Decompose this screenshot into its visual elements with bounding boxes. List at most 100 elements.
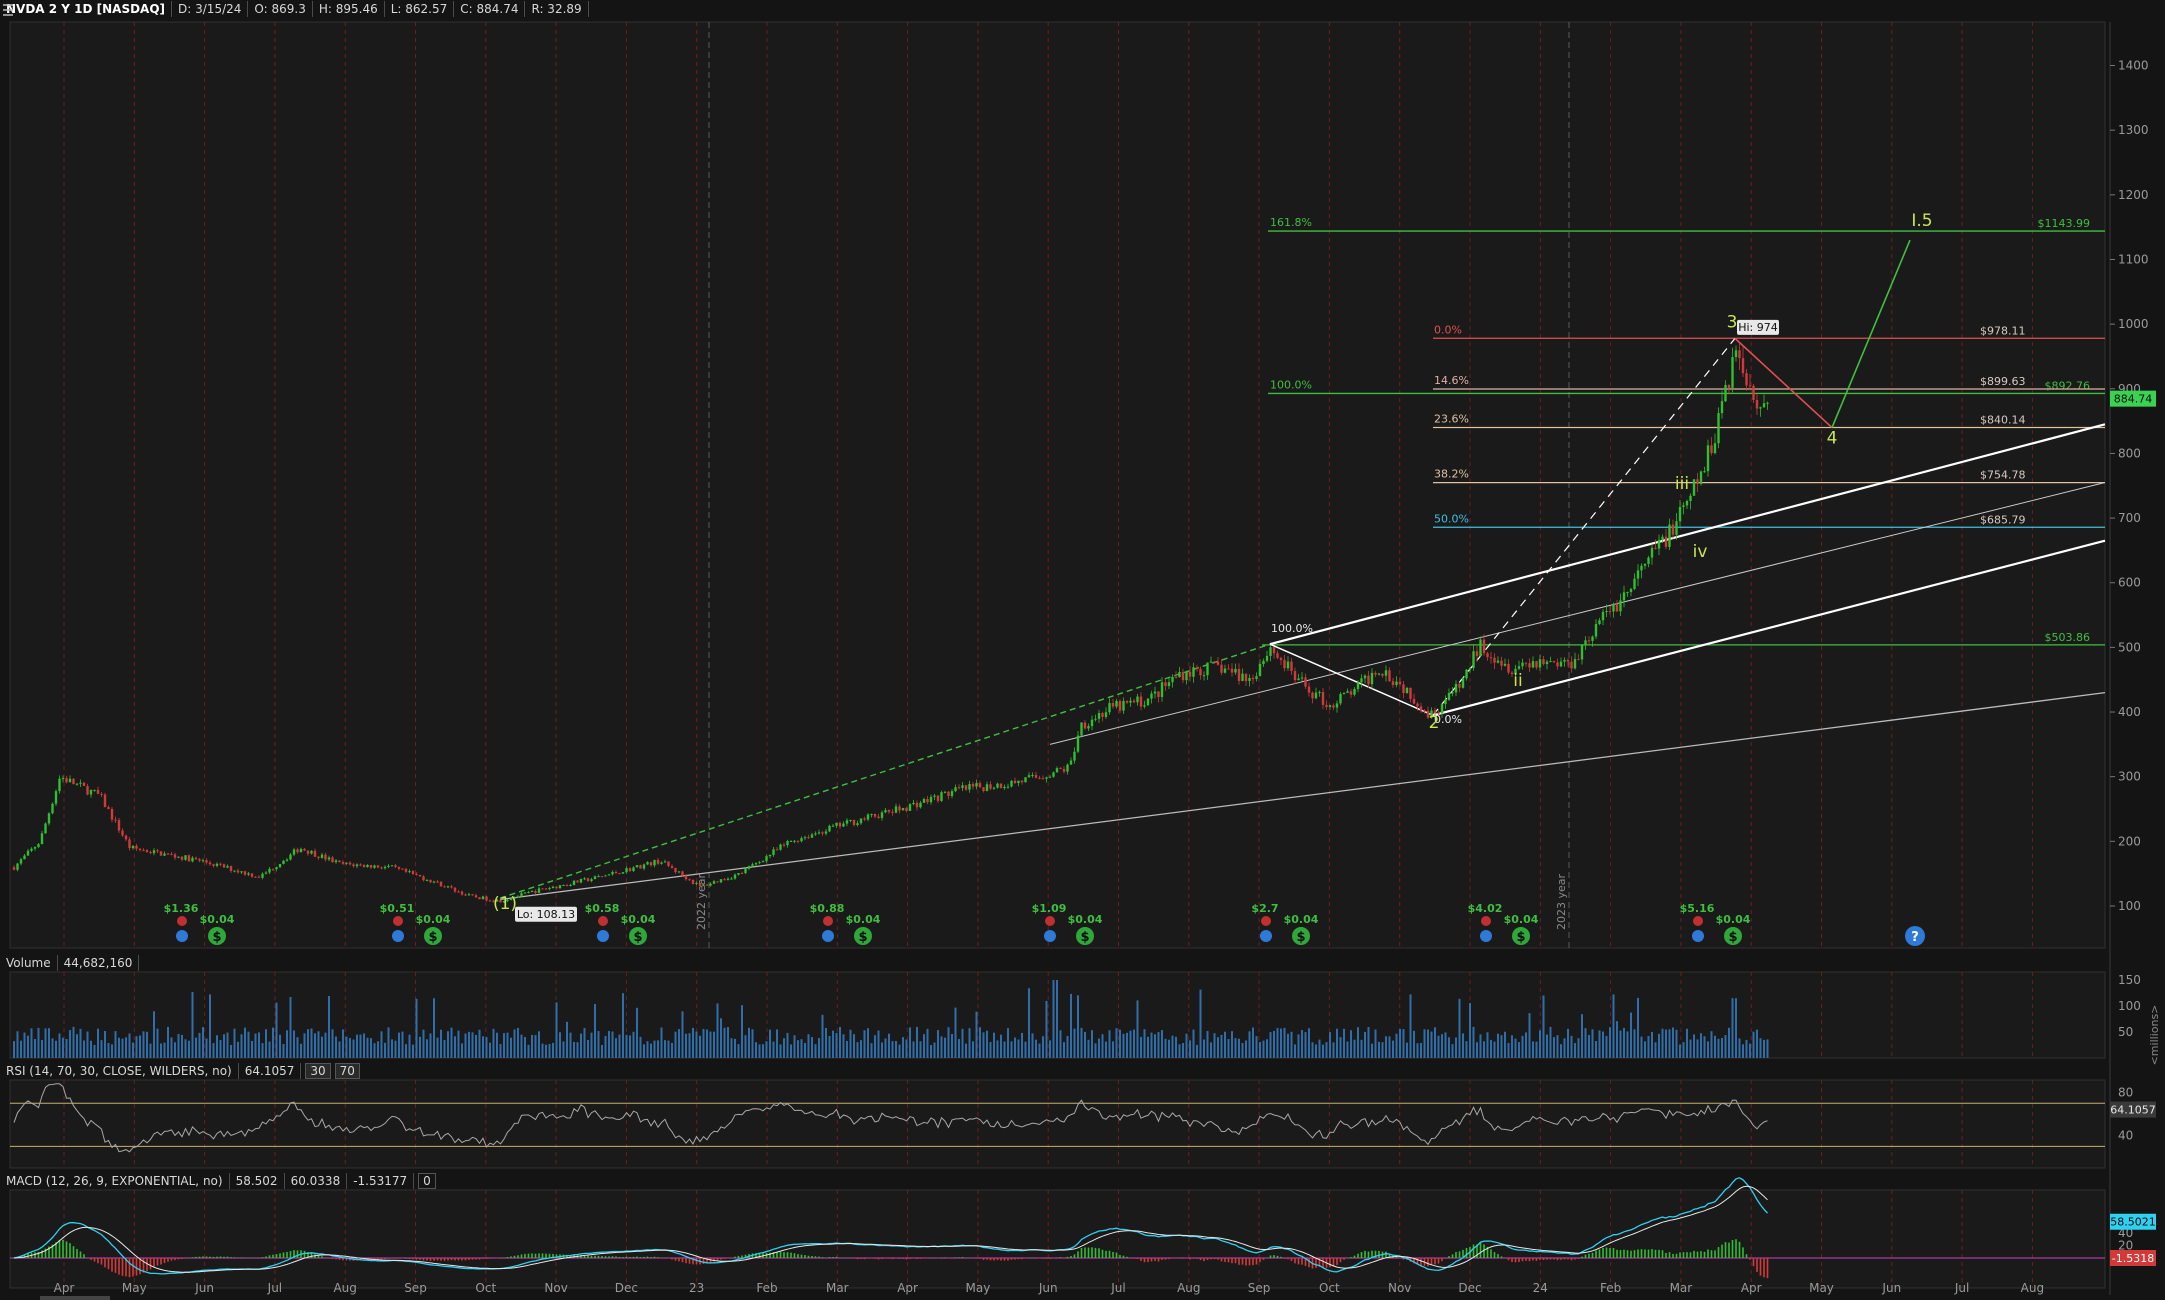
macd-hist-bar bbox=[1213, 1258, 1216, 1260]
volume-bar bbox=[601, 1044, 603, 1058]
volume-bar bbox=[345, 1036, 348, 1058]
candle-body bbox=[408, 871, 411, 873]
macd-hist-bar bbox=[1605, 1247, 1608, 1258]
volume-bar bbox=[1213, 1033, 1216, 1058]
earnings-value: $0.88 bbox=[810, 902, 845, 915]
macd-hist-bar bbox=[503, 1257, 505, 1259]
split-icon[interactable] bbox=[597, 930, 609, 942]
split-icon[interactable] bbox=[1480, 930, 1492, 942]
macd-hist-bar bbox=[1451, 1254, 1454, 1258]
volume-bar bbox=[1175, 1036, 1177, 1058]
dividend-icon-glyph: $ bbox=[1080, 930, 1089, 945]
split-icon[interactable] bbox=[392, 930, 404, 942]
volume-bar bbox=[706, 1029, 708, 1058]
volume-bar bbox=[919, 1041, 922, 1058]
candle-body bbox=[1262, 660, 1265, 665]
candle-body bbox=[1129, 700, 1132, 703]
earnings-icon[interactable] bbox=[598, 916, 608, 926]
macd-hist-bar bbox=[678, 1258, 680, 1262]
candle-body bbox=[107, 807, 110, 810]
candle-body bbox=[1356, 682, 1360, 689]
volume-bar bbox=[811, 1037, 813, 1058]
macd-hist-bar bbox=[807, 1255, 810, 1258]
macd-hist-bar bbox=[1721, 1244, 1723, 1258]
macd-hist-bar bbox=[1567, 1258, 1569, 1260]
horizontal-scrollbar[interactable] bbox=[40, 1296, 110, 1300]
split-icon[interactable] bbox=[1044, 930, 1056, 942]
macd-hist-bar bbox=[296, 1250, 299, 1258]
volume-bar bbox=[930, 1044, 932, 1058]
volume-bar bbox=[1700, 1033, 1702, 1058]
macd-hist-bar bbox=[1077, 1251, 1079, 1258]
earnings-icon[interactable] bbox=[1261, 916, 1271, 926]
macd-hist-bar bbox=[1591, 1252, 1594, 1258]
volume-bar bbox=[1455, 1037, 1457, 1058]
macd-hist-bar bbox=[261, 1257, 264, 1258]
volume-bar bbox=[401, 1031, 404, 1058]
candle-body bbox=[1195, 667, 1199, 669]
macd-hist-bar bbox=[1549, 1258, 1552, 1260]
split-icon[interactable] bbox=[822, 930, 834, 942]
earnings-icon[interactable] bbox=[1481, 916, 1491, 926]
candle-body bbox=[789, 841, 793, 843]
volume-bar bbox=[1707, 1041, 1709, 1058]
candle-body bbox=[1629, 588, 1633, 593]
candle-body bbox=[1472, 651, 1475, 669]
volume-bar bbox=[1280, 1028, 1282, 1058]
candle-body bbox=[705, 884, 709, 886]
price-tick-label: 1400 bbox=[2118, 59, 2149, 73]
macd-hist-bar bbox=[723, 1258, 726, 1259]
macd-hist-bar bbox=[895, 1258, 897, 1259]
candle-body bbox=[971, 784, 975, 787]
split-icon[interactable] bbox=[1692, 930, 1704, 942]
volume-bar bbox=[174, 1042, 176, 1058]
price-chart[interactable]: Apr May Jun Jul Aug Sep Oct Nov Dec 23 Feb Mar Apr Ma… bbox=[0, 0, 2165, 1300]
macd-hist-bar bbox=[786, 1252, 789, 1258]
candle-body bbox=[761, 861, 765, 863]
candle-body bbox=[194, 857, 198, 860]
candle-body bbox=[989, 784, 992, 789]
price-tick-label: 500 bbox=[2118, 640, 2141, 654]
macd-hist-bar bbox=[1266, 1257, 1268, 1259]
macd-hist-bar bbox=[671, 1258, 673, 1260]
volume-bar bbox=[1143, 1029, 1146, 1058]
earnings-icon[interactable] bbox=[823, 916, 833, 926]
candle-body bbox=[821, 832, 824, 834]
price-tick-label: 100 bbox=[2118, 899, 2141, 913]
macd-hist-bar bbox=[1644, 1249, 1646, 1258]
candle-body bbox=[975, 783, 978, 787]
candle-body bbox=[1570, 661, 1573, 669]
macd-hist-bar bbox=[114, 1258, 117, 1273]
candle-body bbox=[572, 880, 576, 885]
candle-body bbox=[320, 854, 324, 858]
candle-body bbox=[464, 894, 467, 896]
earnings-icon[interactable] bbox=[393, 916, 403, 926]
macd-hist-bar bbox=[860, 1258, 862, 1259]
split-icon[interactable] bbox=[176, 930, 188, 942]
volume-bar bbox=[202, 1027, 204, 1058]
candle-body bbox=[1566, 659, 1570, 662]
split-icon[interactable] bbox=[1260, 930, 1272, 942]
candle-body bbox=[600, 876, 604, 878]
volume-bar bbox=[1080, 1027, 1083, 1058]
month-tick-label: Nov bbox=[544, 1281, 567, 1295]
macd-hist-bar bbox=[209, 1256, 211, 1258]
candle-body bbox=[149, 852, 152, 854]
volume-bar bbox=[1413, 1030, 1415, 1058]
candle-body bbox=[1237, 668, 1241, 681]
volume-bar bbox=[1003, 1041, 1006, 1058]
candle-body bbox=[912, 802, 915, 805]
candle-body bbox=[170, 853, 173, 855]
wave-1-label: (1) bbox=[493, 894, 517, 914]
earnings-icon[interactable] bbox=[1693, 916, 1703, 926]
volume-bar bbox=[1017, 1039, 1020, 1058]
candle-body bbox=[292, 849, 296, 855]
earnings-icon[interactable] bbox=[1045, 916, 1055, 926]
macd-hist-bar bbox=[1665, 1252, 1667, 1258]
earnings-icon[interactable] bbox=[177, 916, 187, 926]
macd-hist-bar bbox=[219, 1256, 222, 1258]
volume-bar bbox=[1171, 1035, 1174, 1058]
candle-body bbox=[1143, 705, 1146, 707]
volume-bar bbox=[1469, 1003, 1471, 1058]
volume-bar bbox=[335, 1036, 337, 1058]
